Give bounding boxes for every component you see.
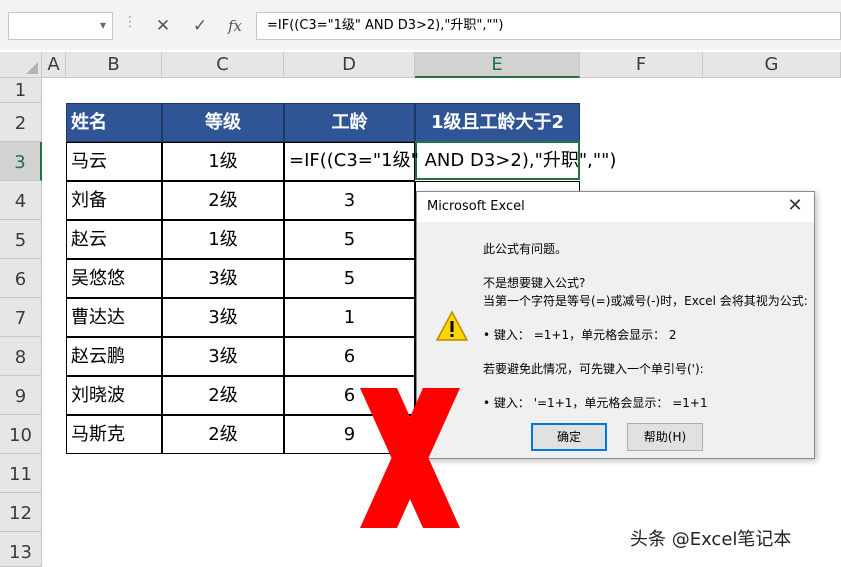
- dialog-title: Microsoft Excel: [427, 199, 525, 214]
- column-header-d[interactable]: D: [284, 52, 415, 78]
- dialog-explanation: 当第一个字符是等号(=)或减号(-)时，Excel 会将其视为公式:: [483, 294, 808, 308]
- row-header-8[interactable]: 8: [0, 337, 42, 376]
- column-header-b[interactable]: B: [66, 52, 162, 78]
- row-header-4[interactable]: 4: [0, 181, 42, 220]
- row-header-1[interactable]: 1: [0, 78, 42, 103]
- red-x-mark-icon: [360, 388, 460, 528]
- column-header-g[interactable]: G: [703, 52, 841, 78]
- table-header-grade[interactable]: 等级: [162, 103, 284, 142]
- table-cell-name[interactable]: 刘备: [66, 181, 162, 220]
- table-cell-name[interactable]: 赵云鹏: [66, 337, 162, 376]
- table-cell-years[interactable]: 1: [284, 298, 415, 337]
- row-header-7[interactable]: 7: [0, 298, 42, 337]
- row-header-13[interactable]: 13: [0, 532, 42, 567]
- table-cell-years[interactable]: 5: [284, 220, 415, 259]
- table-cell-grade[interactable]: 3级: [162, 337, 284, 376]
- cancel-icon[interactable]: ✕: [148, 12, 178, 40]
- dialog-hint: 若要避免此情况，可先键入一个单引号('):: [483, 362, 704, 376]
- chevron-down-icon[interactable]: ▾: [100, 18, 106, 32]
- table-cell-name[interactable]: 吴悠悠: [66, 259, 162, 298]
- row-header-10[interactable]: 10: [0, 415, 42, 454]
- help-button[interactable]: 帮助(H): [627, 423, 703, 451]
- table-cell-grade[interactable]: 3级: [162, 259, 284, 298]
- row-header-2[interactable]: 2: [0, 103, 42, 142]
- dialog-question: 不是想要键入公式?: [483, 276, 586, 290]
- name-box[interactable]: ▾: [8, 12, 113, 40]
- formula-bar: ▾ ⋮ ✕ ✓ fx =IF((C3="1级" AND D3>2),"升职","…: [0, 0, 841, 50]
- dialog-body: 此公式有问题。 不是想要键入公式? 当第一个字符是等号(=)或减号(-)时，Ex…: [417, 222, 814, 458]
- table-cell-grade[interactable]: 2级: [162, 376, 284, 415]
- table-cell-name[interactable]: 曹达达: [66, 298, 162, 337]
- row-header-9[interactable]: 9: [0, 376, 42, 415]
- select-all-button[interactable]: [0, 52, 42, 78]
- dialog-example-2: • 键入： '=1+1，单元格会显示： =1+1: [483, 396, 708, 410]
- table-cell-years[interactable]: 5: [284, 259, 415, 298]
- table-header-name[interactable]: 姓名: [66, 103, 162, 142]
- table-cell-name[interactable]: 马斯克: [66, 415, 162, 454]
- table-cell-grade[interactable]: 1级: [162, 220, 284, 259]
- row-header-5[interactable]: 5: [0, 220, 42, 259]
- drag-handle-icon[interactable]: ⋮: [123, 14, 137, 30]
- table-cell-years[interactable]: 3: [284, 181, 415, 220]
- error-dialog: Microsoft Excel ✕ 此公式有问题。 不是想要键入公式? 当第一个…: [416, 191, 815, 459]
- row-header-3[interactable]: 3: [0, 142, 42, 181]
- table-cell-years[interactable]: 6: [284, 337, 415, 376]
- table-cell-name[interactable]: 马云: [66, 142, 162, 181]
- dialog-example-1: • 键入： =1+1，单元格会显示： 2: [483, 328, 677, 342]
- watermark: 头条 @Excel笔记本: [630, 529, 792, 550]
- insert-function-icon[interactable]: fx: [220, 12, 250, 40]
- enter-icon[interactable]: ✓: [185, 12, 215, 40]
- table-header-years[interactable]: 工龄: [284, 103, 415, 142]
- formula-input[interactable]: =IF((C3="1级" AND D3>2),"升职",""): [256, 12, 841, 40]
- column-header-c[interactable]: C: [162, 52, 284, 78]
- table-header-result[interactable]: 1级且工龄大于2: [415, 103, 580, 142]
- close-icon[interactable]: ✕: [784, 194, 806, 218]
- column-header-a[interactable]: A: [42, 52, 66, 78]
- ok-button[interactable]: 确定: [531, 423, 607, 451]
- table-cell-grade[interactable]: 3级: [162, 298, 284, 337]
- row-header-11[interactable]: 11: [0, 454, 42, 493]
- column-header-e[interactable]: E: [415, 52, 580, 78]
- table-cell-grade[interactable]: 2级: [162, 415, 284, 454]
- cell-edit-text[interactable]: =IF((C3="1级" AND D3>2),"升职",""): [289, 142, 616, 180]
- row-header-12[interactable]: 12: [0, 493, 42, 532]
- row-header-6[interactable]: 6: [0, 259, 42, 298]
- table-cell-grade[interactable]: 2级: [162, 181, 284, 220]
- column-header-f[interactable]: F: [580, 52, 703, 78]
- dialog-message: 此公式有问题。: [483, 242, 568, 256]
- table-cell-name[interactable]: 刘晓波: [66, 376, 162, 415]
- warning-icon: [435, 310, 469, 341]
- table-cell-grade[interactable]: 1级: [162, 142, 284, 181]
- table-cell-name[interactable]: 赵云: [66, 220, 162, 259]
